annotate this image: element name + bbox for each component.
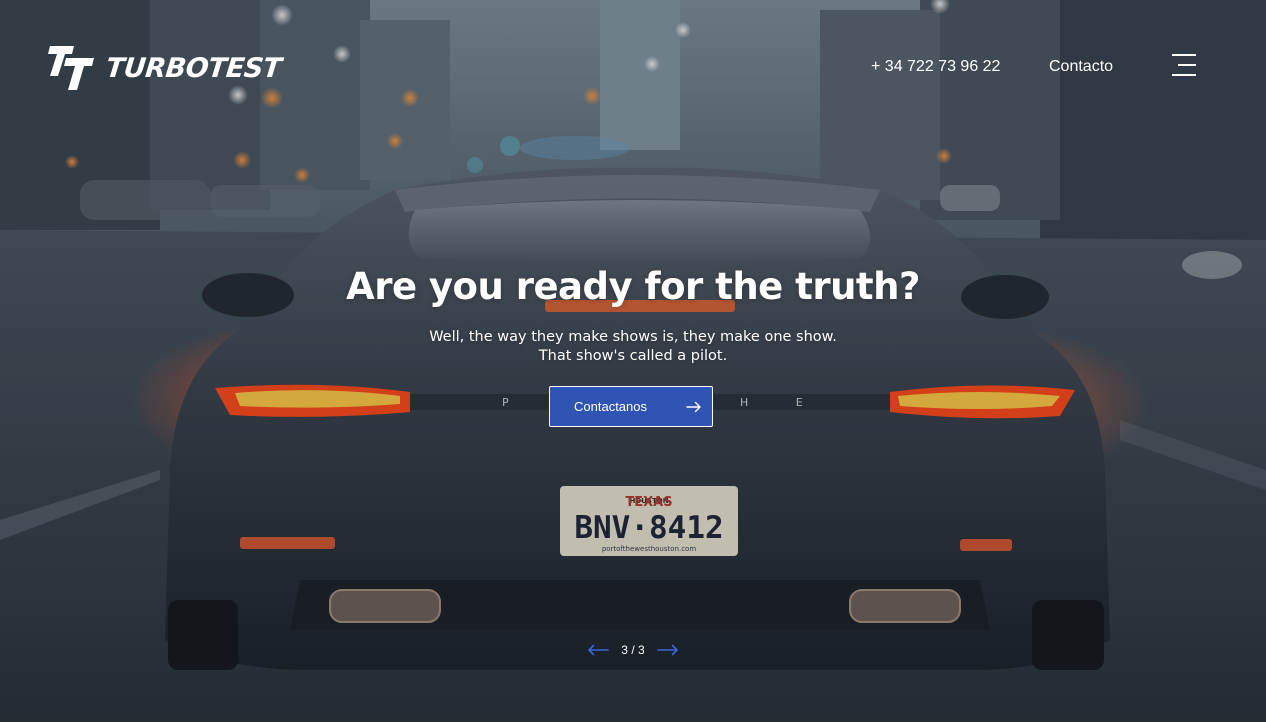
hero-title: Are you ready for the truth? (346, 265, 920, 308)
arrow-right-icon (657, 644, 678, 656)
nav-contact-link[interactable]: Contacto (1049, 58, 1113, 76)
slider-prev-button[interactable] (587, 640, 609, 660)
hero-section: P H E HOUSTON TEXAS BNV·8412 portofthewe… (0, 0, 1266, 722)
cta-label: Contactanos (574, 399, 647, 414)
slider-navigation: 3 / 3 (587, 640, 679, 660)
phone-link[interactable]: + 34 722 73 96 22 (871, 58, 1000, 76)
hamburger-menu-icon (1172, 54, 1196, 76)
brand-wordmark: TURBOTEST (104, 52, 283, 84)
hero-subtitle: Well, the way they make shows is, they m… (0, 328, 1266, 366)
arrow-right-icon (686, 401, 702, 413)
slider-next-button[interactable] (657, 640, 679, 660)
arrow-left-icon (588, 644, 609, 656)
slide-current: 3 (621, 643, 628, 657)
slide-separator: / (631, 643, 635, 657)
brand-logo[interactable]: TURBOTEST (44, 44, 300, 92)
tt-logo-mark-icon (48, 46, 94, 90)
slide-total: 3 (638, 643, 645, 657)
hero-subtitle-line-2: That show's called a pilot. (538, 348, 728, 364)
contact-cta-button[interactable]: Contactanos (549, 386, 713, 427)
hamburger-menu-button[interactable] (1168, 52, 1200, 80)
hero-subtitle-line-1: Well, the way they make shows is, they m… (429, 329, 837, 345)
slide-counter: 3 / 3 (621, 643, 644, 657)
